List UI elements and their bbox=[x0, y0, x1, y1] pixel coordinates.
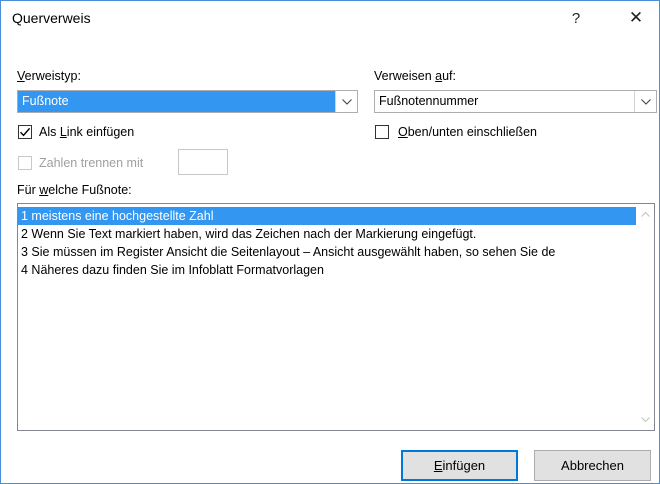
checkmark-icon bbox=[19, 127, 31, 137]
title-bar: Querverweis ? ✕ bbox=[1, 1, 659, 35]
include-above-below-checkbox[interactable] bbox=[375, 125, 389, 139]
close-button[interactable]: ✕ bbox=[613, 1, 659, 35]
help-button[interactable]: ? bbox=[553, 1, 599, 35]
footnote-list-label: Für welche Fußnote: bbox=[17, 183, 132, 197]
close-icon: ✕ bbox=[628, 8, 644, 27]
reference-type-value: Fußnote bbox=[18, 91, 335, 112]
separate-numbers-checkbox[interactable] bbox=[18, 156, 32, 170]
cancel-button[interactable]: Abbrechen bbox=[534, 450, 651, 481]
insert-button[interactable]: Einfügen bbox=[401, 450, 518, 481]
insert-as-link-checkbox[interactable] bbox=[18, 125, 32, 139]
footnote-items: 1 meistens eine hochgestellte Zahl 2 Wen… bbox=[18, 207, 636, 279]
dialog-title: Querverweis bbox=[12, 10, 91, 26]
reference-type-label: Verweistyp: bbox=[17, 69, 81, 83]
chevron-down-icon bbox=[641, 417, 650, 422]
vertical-scrollbar[interactable] bbox=[637, 204, 654, 430]
reference-type-combobox[interactable]: Fußnote bbox=[17, 90, 358, 113]
insert-as-link-label[interactable]: Als Link einfügen bbox=[39, 125, 134, 139]
list-item[interactable]: 3 Sie müssen im Register Ansicht die Sei… bbox=[18, 243, 636, 261]
list-item[interactable]: 4 Näheres dazu finden Sie im Infoblatt F… bbox=[18, 261, 636, 279]
help-icon: ? bbox=[571, 9, 581, 27]
list-item[interactable]: 2 Wenn Sie Text markiert haben, wird das… bbox=[18, 225, 636, 243]
chevron-down-icon[interactable] bbox=[335, 91, 357, 112]
separator-input[interactable] bbox=[178, 149, 228, 175]
refer-to-combobox[interactable]: Fußnotennummer bbox=[374, 90, 657, 113]
separate-numbers-label: Zahlen trennen mit bbox=[39, 156, 144, 170]
cross-reference-dialog: Querverweis ? ✕ Verweistyp: Fußnote Verw… bbox=[0, 0, 660, 484]
chevron-down-icon[interactable] bbox=[634, 91, 656, 112]
chevron-up-icon bbox=[641, 212, 650, 217]
refer-to-label: Verweisen auf: bbox=[374, 69, 457, 83]
refer-to-value: Fußnotennummer bbox=[379, 94, 479, 108]
list-item[interactable]: 1 meistens eine hochgestellte Zahl bbox=[18, 207, 636, 225]
footnote-listbox[interactable]: 1 meistens eine hochgestellte Zahl 2 Wen… bbox=[17, 203, 655, 431]
scroll-down-button[interactable] bbox=[637, 411, 654, 428]
include-above-below-label[interactable]: Oben/unten einschließen bbox=[398, 125, 537, 139]
scroll-up-button[interactable] bbox=[637, 206, 654, 223]
